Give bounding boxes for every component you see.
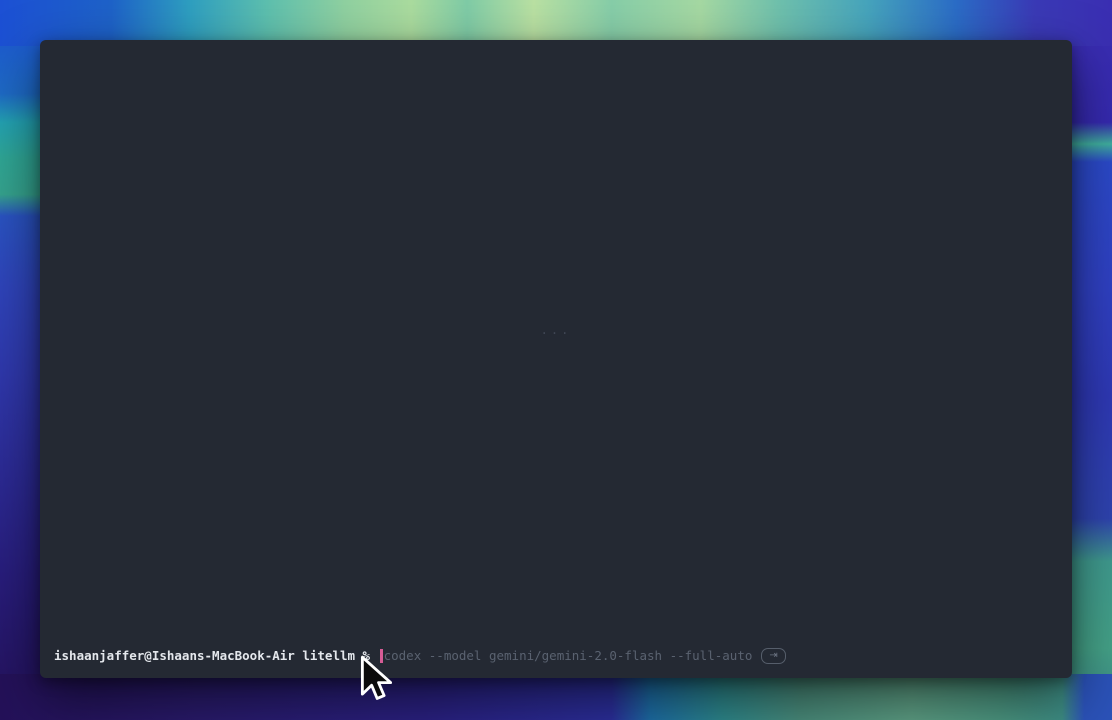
terminal-prompt-line[interactable]: ishaanjaffer@Ishaans-MacBook-Air litellm… (54, 648, 1062, 664)
desktop: ... ishaanjaffer@Ishaans-MacBook-Air lit… (0, 0, 1112, 720)
mouse-arrow-cursor-icon (360, 655, 393, 705)
shell-prompt: ishaanjaffer@Ishaans-MacBook-Air litellm… (54, 648, 378, 664)
terminal-window[interactable]: ... ishaanjaffer@Ishaans-MacBook-Air lit… (40, 40, 1072, 678)
autosuggestion-text: codex --model gemini/gemini-2.0-flash --… (384, 648, 753, 664)
tab-accept-hint-badge: ⇥ (761, 648, 785, 664)
spinner-dots: ... (40, 323, 1072, 337)
